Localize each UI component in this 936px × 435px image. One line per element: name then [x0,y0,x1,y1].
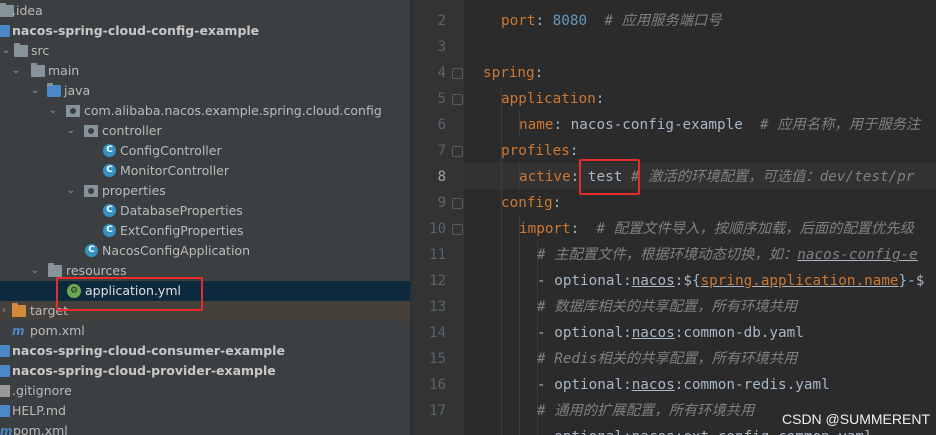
highlight-box [579,159,640,195]
code-line: name: nacos-config-example # 应用名称，用于服务注 [519,117,921,133]
tree-item-root-pom[interactable]: m pom.xml [0,421,410,435]
line-number: 5 [437,91,446,107]
highlight-box [56,277,203,311]
tree-item-consumer-module[interactable]: nacos-spring-cloud-consumer-example [0,341,410,361]
chevron-down-icon[interactable]: ⌄ [0,41,12,61]
code-line: # 通用的扩展配置，所有环境共用 [537,403,755,419]
code-line: spring: [483,65,544,81]
folder-icon [14,43,28,57]
line-number: 2 [437,13,446,29]
tree-item-idea[interactable]: › .idea [0,1,410,21]
line-number: 9 [437,195,446,211]
file-icon [0,385,10,397]
tree-item-databaseproperties[interactable]: C DatabaseProperties [0,201,410,221]
line-number: 4 [437,65,446,81]
tree-item-provider-module[interactable]: nacos-spring-cloud-provider-example [0,361,410,381]
tree-item-properties[interactable]: ⌄ properties [0,181,410,201]
tree-item-configcontroller[interactable]: C ConfigController [0,141,410,161]
chevron-down-icon[interactable]: ⌄ [29,261,41,281]
tree-item-monitorcontroller[interactable]: C MonitorController [0,161,410,181]
folder-icon [31,63,45,77]
line-number: 10 [429,221,446,237]
code-line: port: 8080 # 应用服务端口号 [501,13,722,29]
module-icon [0,25,10,37]
tree-item-config-module[interactable]: nacos-spring-cloud-config-example [0,21,410,41]
excluded-folder-icon [12,303,26,317]
code-line: import: # 配置文件导入，按顺序加载，后面的配置优先级 [519,221,914,237]
line-number: 15 [429,351,446,367]
chevron-down-icon[interactable]: ⌄ [65,121,77,141]
module-icon [0,345,10,357]
maven-icon: m [0,424,13,435]
package-icon [84,185,98,197]
chevron-down-icon[interactable]: ⌄ [10,61,22,81]
class-icon: C [103,204,116,217]
tree-item-nacosconfigapplication[interactable]: C NacosConfigApplication [0,241,410,261]
module-icon [0,365,10,377]
line-number-current: 8 [437,169,446,185]
tree-item-package[interactable]: ⌄ com.alibaba.nacos.example.spring.cloud… [0,101,410,121]
package-icon [66,105,80,117]
class-icon: C [85,244,98,257]
line-number: 17 [429,403,446,419]
chevron-down-icon[interactable]: ⌄ [65,181,77,201]
code-line: profiles: [501,143,579,159]
tree-item-src[interactable]: ⌄ src [0,41,410,61]
code-line: # 主配置文件，根据环境动态切换，如：nacos-config-e [537,247,918,263]
line-number: 7 [437,143,446,159]
source-folder-icon [47,83,61,97]
class-icon: C [103,164,116,177]
maven-icon: m [12,324,25,338]
tree-item-controller[interactable]: ⌄ controller [0,121,410,141]
fold-marker[interactable] [452,224,463,235]
fold-marker[interactable] [452,146,463,157]
tree-item-main[interactable]: ⌄ main [0,61,410,81]
class-icon: C [103,144,116,157]
line-number: 11 [429,247,446,263]
line-number: 3 [437,39,446,55]
code-line: application: [501,91,605,107]
line-number: 6 [437,117,446,133]
line-number: 16 [429,377,446,393]
project-tree-panel: › .idea nacos-spring-cloud-config-exampl… [0,0,410,435]
code-line: config: [501,195,562,211]
line-number: 14 [429,325,446,341]
code-line: - optional:nacos:common-redis.yaml [537,377,830,393]
markdown-file-icon [0,405,10,417]
tree-item-extconfigproperties[interactable]: C ExtConfigProperties [0,221,410,241]
code-line: # 数据库相关的共享配置，所有环境共用 [537,299,798,315]
tree-item-gitignore[interactable]: .gitignore [0,381,410,401]
line-number: 13 [429,299,446,315]
tree-item-java[interactable]: ⌄ java [0,81,410,101]
code-line: # Redis相关的共享配置，所有环境共用 [537,351,798,367]
code-line: - optional:nacos:${spring.application.na… [537,273,925,289]
code-editor[interactable]: 2 3 4 5 6 7 8 9 10 11 12 13 14 15 16 17 … [412,0,936,435]
tree-item-pom[interactable]: m pom.xml [0,321,410,341]
line-number: 12 [429,273,446,289]
class-icon: C [103,224,116,237]
chevron-down-icon[interactable]: ⌄ [47,101,59,121]
fold-marker[interactable] [452,68,463,79]
watermark: CSDN @SUMMERENT [782,411,930,427]
package-icon [84,125,98,137]
chevron-down-icon[interactable]: ⌄ [29,81,41,101]
fold-marker[interactable] [452,198,463,209]
resources-folder-icon [48,263,62,277]
fold-marker[interactable] [452,94,463,105]
code-line: - optional:nacos:common-db.yaml [537,325,804,341]
tree-item-help-md[interactable]: HELP.md [0,401,410,421]
